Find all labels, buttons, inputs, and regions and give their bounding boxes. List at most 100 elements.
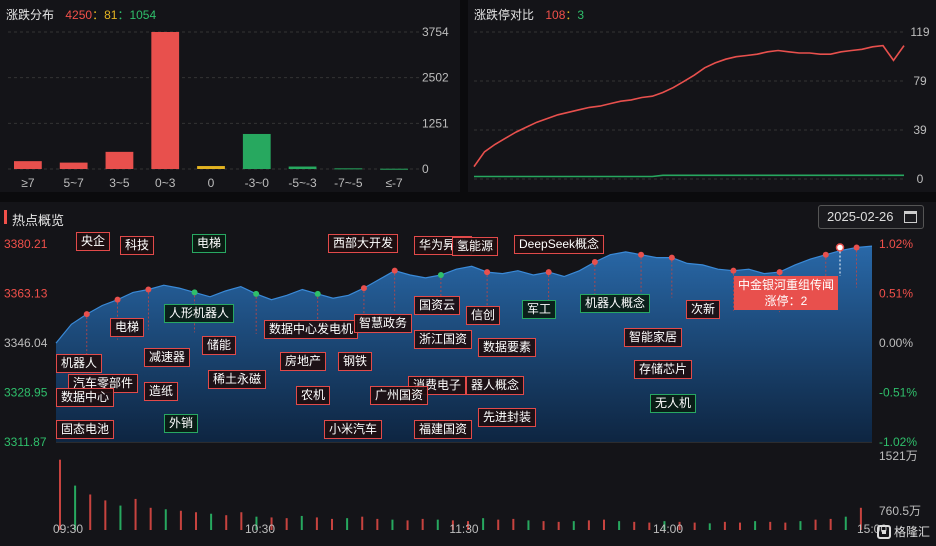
volume-bar [179, 510, 182, 530]
hotspot-label[interactable]: 数据中心 [56, 388, 115, 407]
hotspot-label[interactable]: 房地产 [280, 352, 327, 371]
event-dot [391, 267, 398, 274]
volume-bar [331, 518, 333, 530]
x-tick-label: 14:00 [653, 522, 683, 536]
bar [380, 168, 408, 170]
y-tick-label: 0 [917, 172, 924, 186]
volume-bar [436, 519, 439, 530]
x-tick-label: -3~0 [245, 176, 270, 190]
y-tick-label: 3380.21 [4, 237, 48, 251]
tooltip-point [835, 243, 845, 252]
volume-bar [723, 521, 726, 530]
volume-bar [300, 515, 303, 530]
hotspot-label[interactable]: 军工 [522, 300, 557, 319]
event-dot [853, 244, 860, 251]
hotspot-label[interactable]: 先进封装 [478, 408, 537, 427]
volume-bar [587, 520, 590, 530]
hotspot-tooltip: 中金银河重组传闻 涨停：2 [734, 276, 838, 310]
event-dot [191, 289, 198, 296]
tooltip-count: 涨停：2 [764, 294, 808, 308]
volume-bar [361, 516, 364, 530]
hotspot-label[interactable]: 科技 [120, 236, 155, 255]
vol-tick-label: 1521万 [879, 449, 918, 463]
bar [197, 166, 225, 169]
hotspot-label[interactable]: 电梯 [192, 234, 227, 253]
hotspot-label[interactable]: 西部大开发 [328, 234, 399, 253]
volume-bar [315, 517, 318, 530]
volume-bar [89, 494, 92, 530]
volume-bar [708, 523, 711, 530]
x-tick-label: 5~7 [63, 176, 84, 190]
volume-bar [693, 522, 696, 530]
hotspot-label[interactable]: 广州国资 [370, 386, 429, 405]
hotspot-label[interactable]: 央企 [76, 232, 111, 251]
volume-bar [648, 522, 651, 530]
volume-bar [149, 507, 152, 530]
volume-bar [799, 521, 802, 530]
hotspot-label[interactable]: 农机 [296, 386, 331, 405]
hotspot-label[interactable]: 浙江国资 [414, 330, 473, 349]
hotspot-label[interactable]: 信创 [466, 306, 501, 325]
y-tick-label: 79 [913, 74, 927, 88]
hotspot-label[interactable]: 次新 [686, 300, 721, 319]
hotspot-label[interactable]: 氢能源 [452, 237, 499, 256]
volume-bar [512, 518, 515, 530]
hotspot-label[interactable]: 外销 [164, 414, 199, 433]
y-tick-label: 0 [422, 162, 429, 176]
hotspot-label[interactable]: 数据中心发电机 [264, 320, 359, 339]
hotspot-label[interactable]: 机器人 [56, 354, 103, 373]
hotspot-label[interactable]: 固态电池 [56, 420, 115, 439]
x-tick-label: -7~-5 [334, 176, 363, 190]
logo-icon [876, 524, 891, 539]
hotspot-label[interactable]: DeepSeek概念 [514, 235, 605, 254]
event-dot [437, 272, 444, 279]
date-picker[interactable]: 2025-02-26 [818, 205, 924, 229]
volume-bar [376, 518, 379, 530]
header-accent [4, 210, 7, 224]
hotspot-label[interactable]: 智慧政务 [354, 314, 413, 333]
event-dot [114, 296, 121, 303]
hotspot-label[interactable]: 福建国资 [414, 420, 473, 439]
hotspot-label[interactable]: 数据要素 [478, 338, 537, 357]
event-dot [776, 269, 783, 276]
hot-panel: 3380.21 1.02% 3363.13 0.51% 3346.04 0.00% 3328… [0, 232, 936, 546]
bar [288, 166, 317, 169]
y-tick-pct: 0.00% [879, 336, 913, 350]
volume-bar [769, 521, 772, 530]
volume-bar [421, 518, 424, 530]
hotspot-label[interactable]: 小米汽车 [324, 420, 383, 439]
hotspot-label[interactable]: 造纸 [144, 382, 179, 401]
volume-bar [572, 521, 575, 530]
x-tick-label: 11:30 [449, 522, 478, 536]
bar [14, 161, 42, 169]
event-dot [545, 269, 552, 276]
hotspot-label[interactable]: 减速器 [144, 348, 191, 367]
volume-bar [814, 519, 817, 530]
x-tick-label: ≥7 [21, 176, 35, 190]
y-tick-pct: 0.51% [879, 287, 913, 301]
bar [334, 168, 363, 170]
bar [59, 162, 88, 169]
hotspot-label[interactable]: 储能 [202, 336, 237, 355]
hotspot-label[interactable]: 智能家居 [624, 328, 683, 347]
volume-bar [557, 521, 560, 530]
x-tick-label: 0~3 [155, 176, 176, 190]
hotspot-label[interactable]: 存储芯片 [634, 360, 693, 379]
volume-bar [210, 513, 213, 530]
hotspot-label[interactable]: 稀土永磁 [208, 370, 267, 389]
volume-bar [195, 512, 197, 530]
hotspot-label[interactable]: 无人机 [650, 394, 697, 413]
volume-bar [829, 518, 832, 530]
x-tick-label: -5~-3 [288, 176, 317, 190]
event-dot [484, 269, 491, 276]
hotspot-label[interactable]: 人形机器人 [164, 304, 235, 323]
hotspot-label[interactable]: 机器人概念 [580, 294, 651, 313]
limit-panel: 涨跌停对比 108：3 119 79 39 0 [468, 0, 936, 192]
hotspot-label[interactable]: 国资云 [414, 296, 461, 315]
hotspot-label[interactable]: 器人概念 [466, 376, 525, 395]
volume-bar [542, 521, 545, 530]
hotspot-label[interactable]: 钢铁 [338, 352, 373, 371]
x-tick-label: 09:30 [53, 522, 83, 536]
hotspot-label[interactable]: 电梯 [110, 318, 145, 337]
volume-bar [754, 521, 757, 530]
